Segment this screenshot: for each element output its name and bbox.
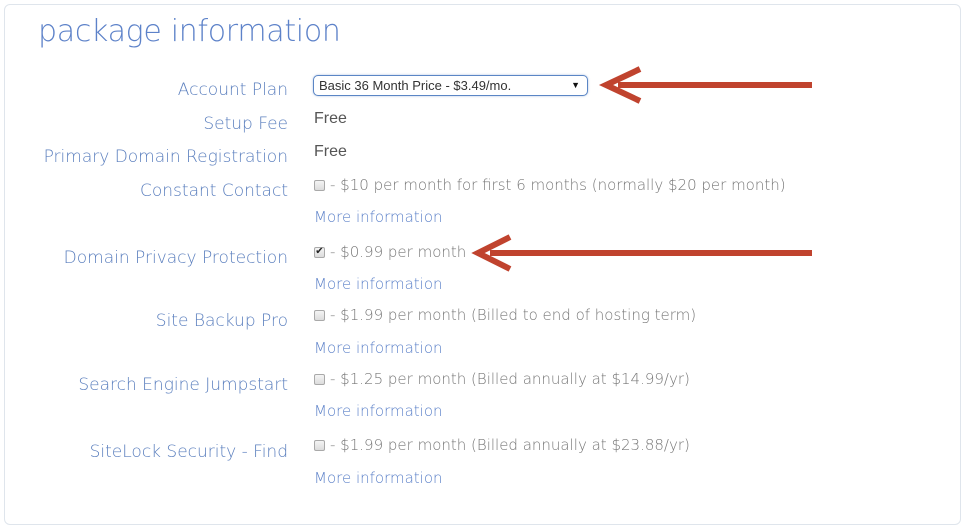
domain-privacy-option: ✔ - $0.99 per month	[314, 243, 466, 261]
site-backup-pro-option: - $1.99 per month (Billed to end of host…	[314, 306, 696, 324]
search-engine-jumpstart-option: - $1.25 per month (Billed annually at $1…	[314, 370, 690, 388]
constant-contact-checkbox[interactable]	[314, 179, 325, 191]
domain-privacy-label: Domain Privacy Protection	[63, 248, 288, 268]
site-backup-pro-label: Site Backup Pro	[155, 311, 288, 331]
sitelock-security-price: - $1.99 per month (Billed annually at $2…	[330, 436, 690, 454]
constant-contact-option: - $10 per month for first 6 months (norm…	[314, 176, 786, 194]
account-plan-select[interactable]: Basic 36 Month Price - $3.49/mo. ▼	[313, 75, 588, 96]
setup-fee-label: Setup Fee	[203, 114, 288, 134]
red-arrow-icon	[598, 66, 812, 104]
domain-privacy-checkbox[interactable]: ✔	[314, 246, 325, 258]
sitelock-security-option: - $1.99 per month (Billed annually at $2…	[314, 436, 690, 454]
check-icon: ✔	[315, 246, 324, 257]
search-engine-jumpstart-checkbox[interactable]	[314, 373, 325, 385]
primary-domain-label: Primary Domain Registration	[43, 147, 288, 167]
search-engine-jumpstart-price: - $1.25 per month (Billed annually at $1…	[330, 370, 690, 388]
search-engine-jumpstart-more-info-link[interactable]: More information	[314, 402, 443, 420]
sitelock-security-label: SiteLock Security - Find	[89, 442, 288, 462]
account-plan-selected-value: Basic 36 Month Price - $3.49/mo.	[319, 78, 512, 93]
constant-contact-more-info-link[interactable]: More information	[314, 208, 443, 226]
constant-contact-label: Constant Contact	[140, 181, 288, 201]
site-backup-pro-price: - $1.99 per month (Billed to end of host…	[330, 306, 697, 324]
setup-fee-value: Free	[314, 110, 347, 127]
search-engine-jumpstart-label: Search Engine Jumpstart	[78, 375, 288, 395]
primary-domain-value: Free	[314, 143, 347, 160]
site-backup-pro-checkbox[interactable]	[314, 309, 325, 321]
domain-privacy-more-info-link[interactable]: More information	[314, 275, 443, 293]
red-arrow-icon	[471, 234, 812, 272]
domain-privacy-price: - $0.99 per month	[330, 243, 467, 261]
sitelock-security-checkbox[interactable]	[314, 439, 325, 451]
site-backup-pro-more-info-link[interactable]: More information	[314, 339, 443, 357]
chevron-down-icon: ▼	[571, 80, 580, 90]
account-plan-label: Account Plan	[177, 80, 288, 100]
sitelock-security-more-info-link[interactable]: More information	[314, 469, 443, 487]
page-title: package information	[38, 14, 341, 49]
constant-contact-price: - $10 per month for first 6 months (norm…	[330, 176, 786, 194]
